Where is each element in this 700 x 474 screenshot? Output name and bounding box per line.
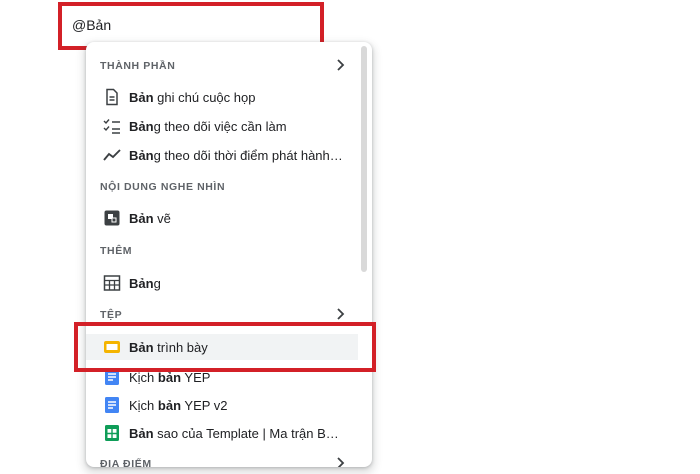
- selection-highlight-box: [74, 322, 376, 372]
- item-launch-tracker[interactable]: Bảng theo dõi thời điểm phát hành…: [86, 142, 358, 168]
- section-more: THÊM: [100, 245, 133, 257]
- item-drawing[interactable]: Bản vẽ: [86, 205, 358, 231]
- section-visual-content: NỘI DUNG NGHE NHÌN: [100, 181, 226, 193]
- item-label: Bảng: [129, 275, 161, 291]
- item-label: Kịch bản YEP v2: [129, 397, 228, 413]
- mention-suggestion-menu[interactable]: THÀNH PHẦN Bản ghi chú cuộc họp Bảng the…: [86, 42, 372, 467]
- item-template-copy[interactable]: Bản sao của Template | Ma trận B…: [86, 420, 358, 446]
- drawing-icon: [104, 210, 120, 226]
- item-label: Bản vẽ: [129, 210, 171, 226]
- chevron-right-icon[interactable]: [334, 59, 346, 71]
- item-label: Bản sao của Template | Ma trận B…: [129, 425, 339, 441]
- item-table[interactable]: Bảng: [86, 270, 358, 296]
- item-label: Bảng theo dõi việc cần làm: [129, 118, 287, 134]
- checklist-icon: [103, 119, 120, 134]
- trending-icon: [103, 149, 121, 161]
- mention-query-text[interactable]: @Bản: [72, 17, 111, 33]
- menu-scrollbar[interactable]: [361, 46, 367, 272]
- chevron-right-icon[interactable]: [334, 308, 346, 320]
- section-components: THÀNH PHẦN: [100, 60, 176, 72]
- section-places: ĐỊA ĐIỂM: [100, 458, 152, 467]
- document-icon: [106, 88, 118, 106]
- section-files: TỆP: [100, 309, 123, 321]
- item-script-yep-v2[interactable]: Kịch bản YEP v2: [86, 392, 358, 418]
- item-label: Bản ghi chú cuộc họp: [129, 89, 256, 105]
- item-label: Bảng theo dõi thời điểm phát hành…: [129, 147, 343, 163]
- sheets-icon: [105, 425, 119, 441]
- chevron-right-icon[interactable]: [334, 457, 346, 467]
- docs-icon: [105, 397, 119, 413]
- table-icon: [103, 275, 121, 291]
- item-task-tracker[interactable]: Bảng theo dõi việc cần làm: [86, 113, 358, 139]
- item-meeting-notes[interactable]: Bản ghi chú cuộc họp: [86, 84, 358, 110]
